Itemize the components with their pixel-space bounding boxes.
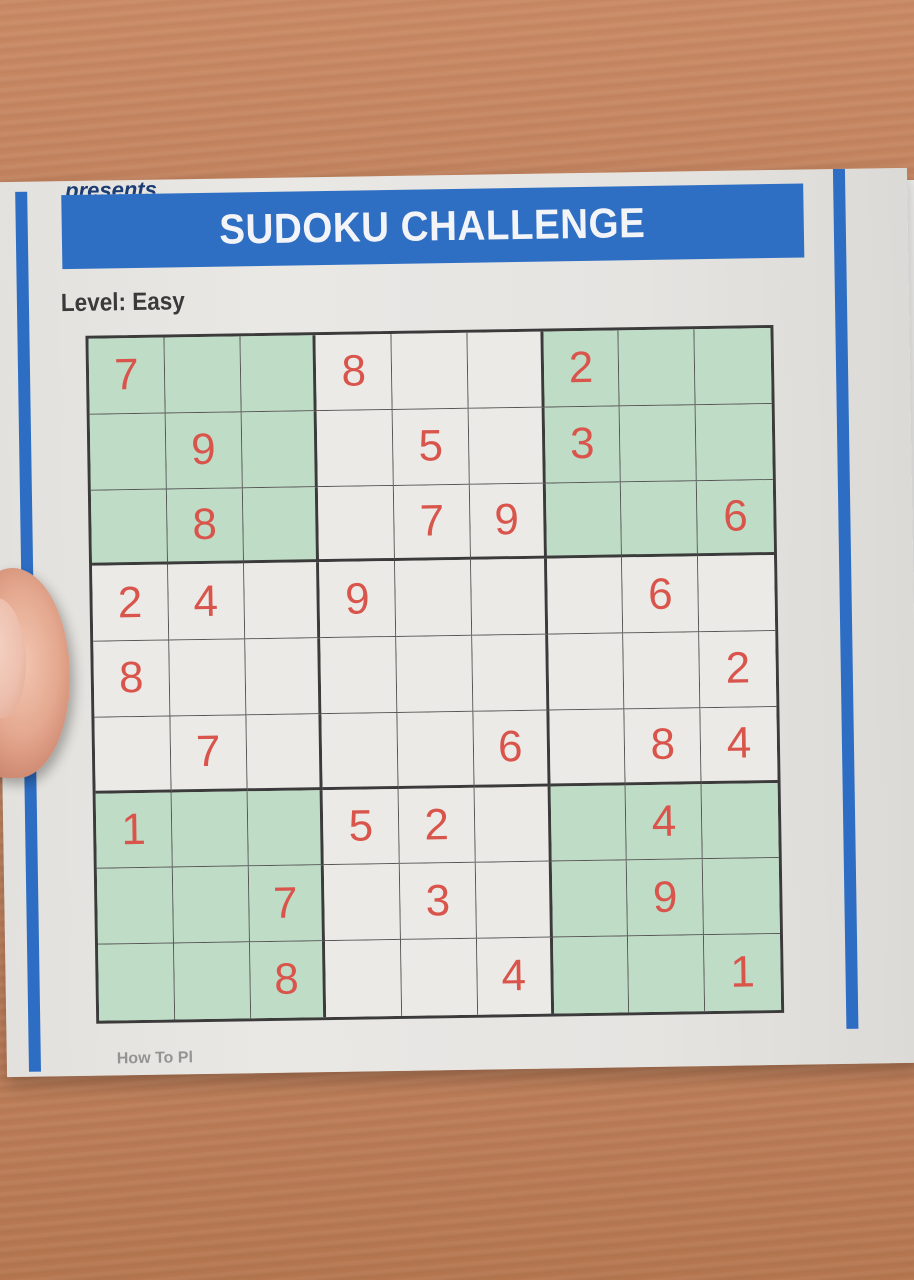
sudoku-cell-r1c2 [164, 336, 242, 414]
sudoku-cell-r8c5: 3 [399, 863, 477, 941]
right-blue-rule [832, 168, 859, 1029]
sudoku-cell-r8c9 [702, 858, 780, 936]
sudoku-cell-r2c7: 3 [544, 406, 622, 484]
difficulty-level: Level: Easy [60, 287, 185, 318]
sudoku-cell-r3c5: 7 [393, 484, 471, 562]
sudoku-cell-r8c1 [96, 867, 174, 945]
sudoku-cell-r6c6: 6 [473, 710, 551, 788]
sudoku-cell-r4c3 [243, 562, 321, 640]
sudoku-cell-r7c2 [171, 790, 249, 868]
sudoku-cell-r1c1: 7 [88, 337, 166, 415]
sudoku-cell-r4c6 [470, 558, 548, 636]
sudoku-cell-r2c3 [241, 410, 319, 488]
sudoku-grid: 782953879624968276841524739841 [85, 324, 785, 1024]
sudoku-cell-r9c7 [552, 936, 630, 1014]
sudoku-cell-r9c5 [401, 938, 479, 1016]
sudoku-cell-r2c9 [695, 403, 773, 481]
sudoku-cell-r8c6 [475, 861, 553, 939]
sudoku-cell-r8c4 [324, 864, 402, 942]
sudoku-cell-r5c4 [320, 637, 398, 715]
sudoku-cell-r7c7 [550, 785, 628, 862]
sudoku-cell-r2c6 [468, 407, 546, 485]
sudoku-cell-r4c7 [546, 557, 624, 635]
sudoku-cell-r6c2: 7 [170, 715, 248, 793]
sudoku-cell-r1c9 [694, 328, 772, 405]
sudoku-cell-r5c6 [472, 634, 550, 712]
sudoku-cell-r6c9: 4 [700, 706, 778, 784]
thumbnail [0, 598, 26, 718]
sudoku-cell-r5c9: 2 [699, 631, 777, 709]
sudoku-cell-r3c6: 9 [469, 483, 547, 561]
sudoku-cell-r3c1 [90, 489, 168, 567]
sudoku-cell-r5c5 [396, 635, 474, 713]
sudoku-cell-r2c2: 9 [165, 412, 243, 490]
sudoku-cell-r9c8 [628, 935, 706, 1013]
sudoku-cell-r3c7 [545, 481, 623, 559]
sudoku-cell-r4c5 [395, 560, 473, 638]
sudoku-cell-r8c7 [551, 860, 629, 938]
sudoku-cell-r8c8: 9 [627, 859, 705, 937]
sudoku-cell-r5c3 [244, 638, 322, 716]
presents-label: presents [65, 179, 157, 196]
sudoku-cell-r5c1: 8 [93, 640, 171, 718]
sudoku-cell-r6c4 [321, 712, 399, 790]
sudoku-cell-r4c9 [698, 555, 776, 633]
sudoku-cell-r2c4 [316, 409, 394, 487]
sudoku-cell-r7c1: 1 [95, 792, 173, 870]
newspaper-clipping: presents SUDOKU CHALLENGE Level: Easy 78… [0, 167, 914, 1078]
sudoku-cell-r2c1 [89, 413, 167, 491]
sudoku-cell-r9c1 [98, 943, 175, 1021]
sudoku-cell-r6c7 [549, 709, 627, 787]
sudoku-cell-r1c8 [618, 329, 696, 407]
sudoku-cell-r3c9: 6 [697, 479, 774, 557]
sudoku-cell-r5c8 [623, 632, 701, 710]
sudoku-cell-r1c6 [467, 331, 545, 409]
page-title: SUDOKU CHALLENGE [219, 198, 647, 253]
sudoku-cell-r6c3 [245, 714, 323, 791]
sudoku-cell-r2c8 [620, 404, 698, 482]
how-to-play-fragment: How To Pl [116, 1049, 194, 1068]
title-banner: SUDOKU CHALLENGE [61, 183, 805, 270]
sudoku-cell-r9c2 [173, 942, 251, 1020]
sudoku-cell-r4c4: 9 [319, 561, 397, 639]
sudoku-cell-r7c3 [247, 789, 325, 867]
sudoku-cell-r5c2 [169, 639, 246, 717]
sudoku-cell-r6c5 [397, 711, 475, 789]
sudoku-cell-r3c8 [621, 480, 699, 558]
sudoku-cell-r6c8: 8 [624, 708, 702, 786]
sudoku-cell-r9c3: 8 [249, 941, 327, 1019]
sudoku-cell-r4c8: 6 [622, 556, 700, 634]
sudoku-cell-r7c4: 5 [322, 788, 400, 866]
sudoku-cell-r9c6: 4 [476, 937, 554, 1015]
sudoku-cell-r7c8: 4 [626, 783, 703, 861]
sudoku-cell-r8c3: 7 [248, 865, 326, 943]
sudoku-cell-r3c2: 8 [166, 487, 244, 565]
sudoku-cell-r7c6 [474, 786, 552, 864]
sudoku-cell-r7c9 [701, 782, 779, 860]
sudoku-cell-r7c5: 2 [398, 787, 476, 865]
sudoku-cell-r1c5 [391, 332, 469, 410]
sudoku-cell-r9c4 [325, 940, 403, 1018]
sudoku-cell-r6c1 [94, 716, 172, 794]
sudoku-cell-r1c3 [240, 335, 317, 413]
sudoku-cell-r5c7 [547, 633, 625, 711]
sudoku-cell-r8c2 [172, 866, 250, 944]
sudoku-cell-r9c9: 1 [704, 934, 782, 1012]
sudoku-cell-r4c1: 2 [92, 564, 170, 642]
sudoku-cell-r4c2: 4 [167, 563, 245, 641]
sudoku-cell-r3c4 [318, 485, 396, 563]
sudoku-cell-r1c7: 2 [543, 330, 621, 408]
sudoku-cell-r3c3 [242, 486, 320, 564]
sudoku-cell-r2c5: 5 [392, 408, 470, 486]
sudoku-cell-r1c4: 8 [315, 333, 393, 411]
